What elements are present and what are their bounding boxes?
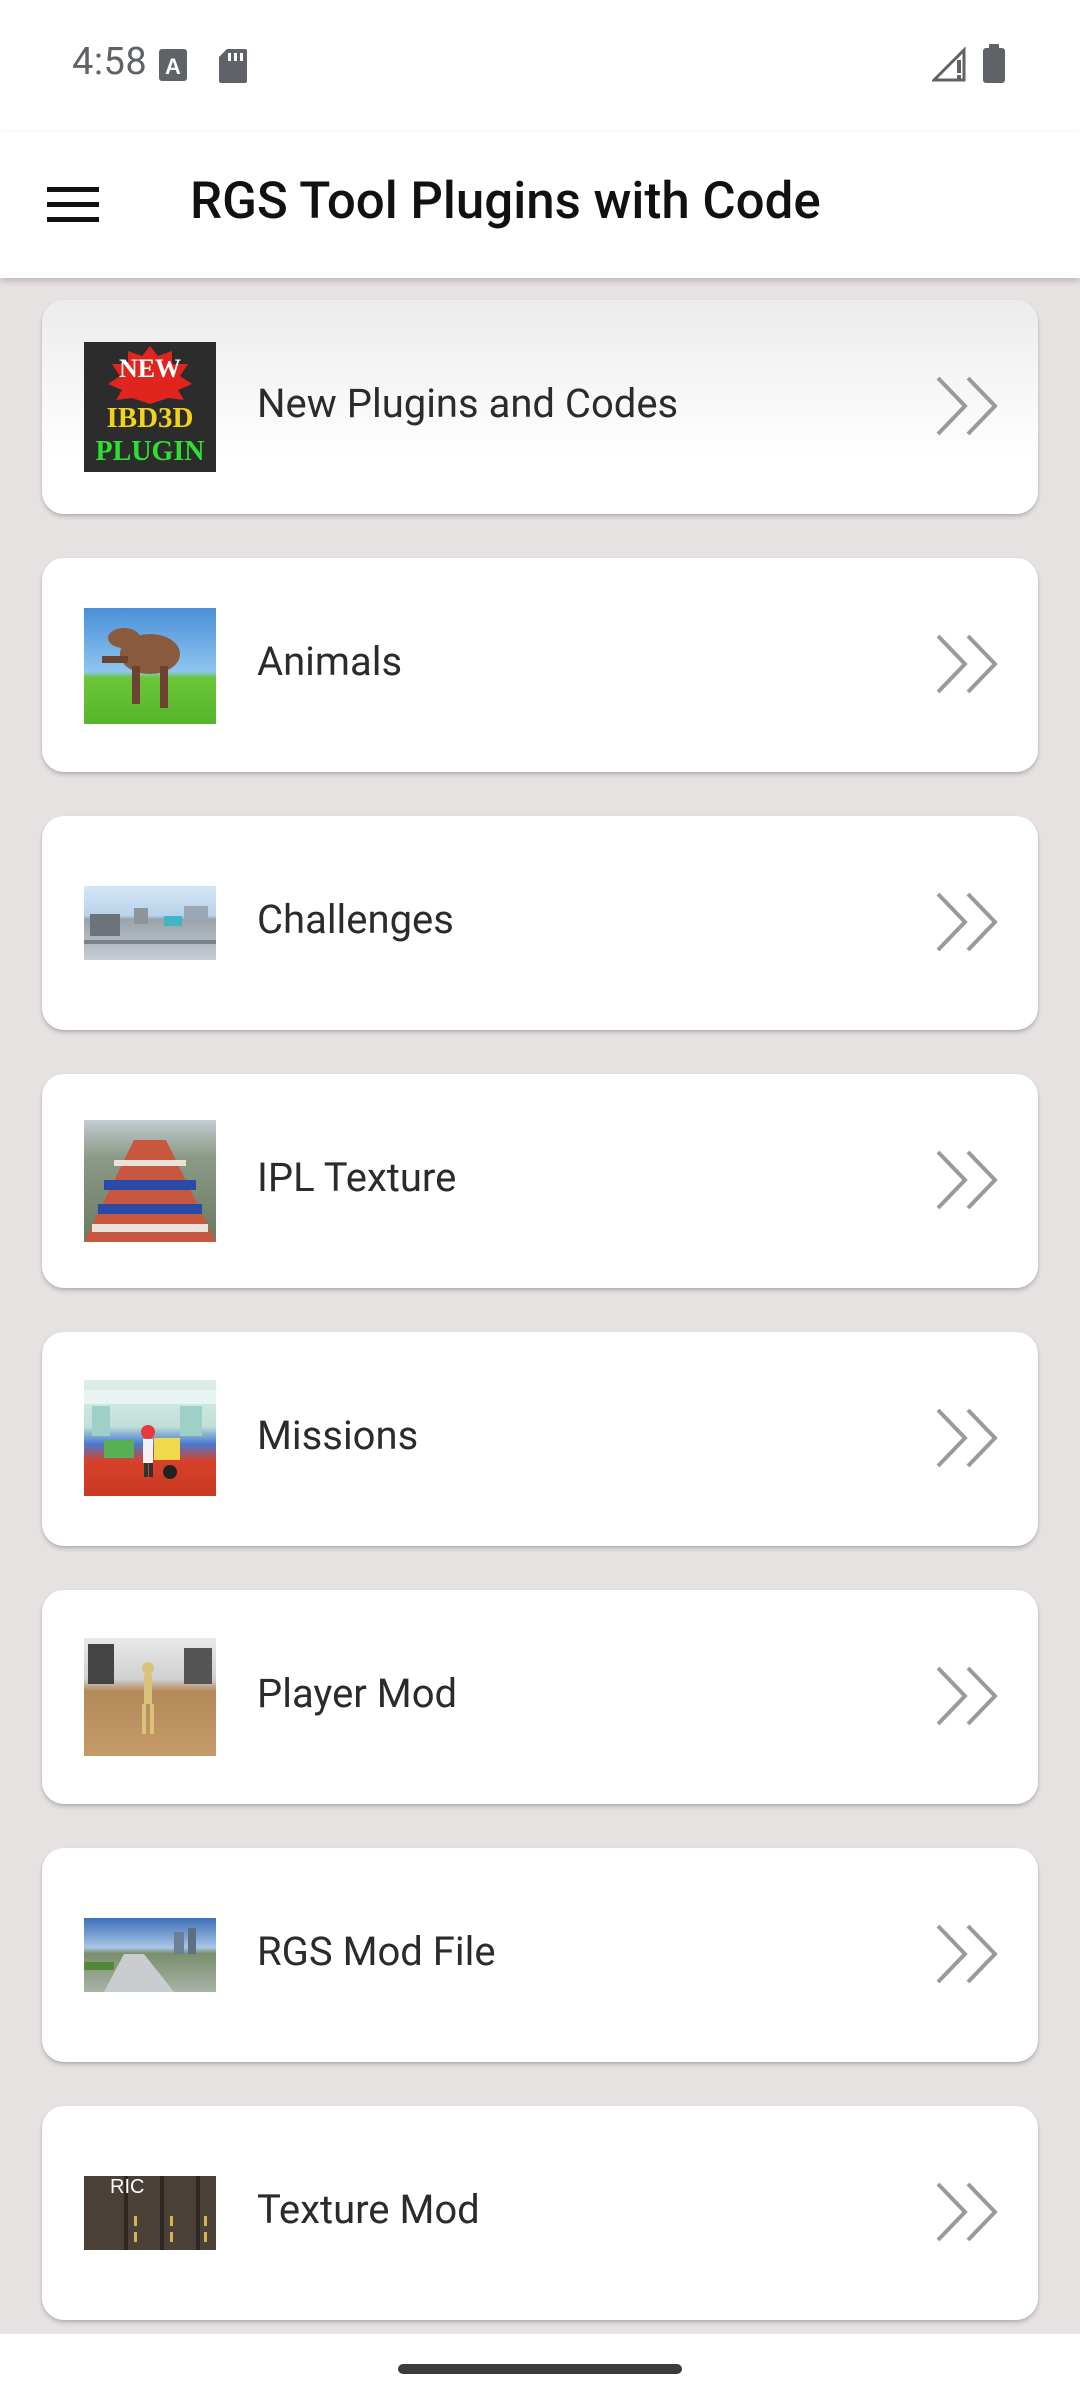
ipl-texture-thumbnail: [84, 1120, 216, 1242]
category-card-texture-mod[interactable]: RIC Texture Mod: [42, 2106, 1038, 2320]
category-label: IPL Texture: [257, 1154, 457, 1201]
double-chevron-right-icon: [936, 892, 998, 952]
double-chevron-right-icon: [936, 634, 998, 694]
texture-mod-thumbnail: RIC: [84, 2176, 216, 2250]
animals-thumbnail: [84, 608, 216, 724]
svg-text:A: A: [165, 54, 181, 79]
player-mod-thumbnail: [84, 1638, 216, 1756]
category-label: Missions: [257, 1412, 419, 1459]
challenges-thumbnail: [84, 886, 216, 960]
category-card-rgs-mod-file[interactable]: RGS Mod File: [42, 1848, 1038, 2062]
double-chevron-right-icon: [936, 1408, 998, 1468]
hamburger-menu-icon[interactable]: [36, 168, 110, 242]
category-label: Challenges: [257, 896, 454, 943]
category-label: RGS Mod File: [257, 1928, 496, 1975]
double-chevron-right-icon: [936, 1666, 998, 1726]
category-label: Texture Mod: [257, 2186, 480, 2233]
category-label: Animals: [257, 638, 403, 685]
category-label: New Plugins and Codes: [257, 380, 679, 427]
double-chevron-right-icon: [936, 1150, 998, 1210]
category-card-challenges[interactable]: Challenges: [42, 816, 1038, 1030]
category-card-ipl-texture[interactable]: IPL Texture: [42, 1074, 1038, 1288]
category-card-new-plugins[interactable]: NEW IBD3D PLUGIN New Plugins and Codes: [42, 300, 1038, 514]
page-title: RGS Tool Plugins with Code: [190, 172, 821, 231]
double-chevron-right-icon: [936, 2182, 998, 2242]
category-label: Player Mod: [257, 1670, 458, 1717]
thumb-text-new: NEW: [118, 354, 182, 383]
status-time: 4:58: [72, 40, 148, 84]
thumb-text-ric: RIC: [110, 2176, 145, 2198]
app-bar: RGS Tool Plugins with Code: [0, 132, 1080, 278]
gesture-nav-bar: [0, 2334, 1080, 2400]
home-indicator[interactable]: [398, 2364, 682, 2374]
double-chevron-right-icon: [936, 1924, 998, 1984]
category-card-player-mod[interactable]: Player Mod: [42, 1590, 1038, 1804]
battery-icon: [982, 44, 1006, 88]
rgs-mod-file-thumbnail: [84, 1918, 216, 1992]
category-card-missions[interactable]: Missions: [42, 1332, 1038, 1546]
status-bar: 4:58 A: [0, 0, 1080, 132]
new-plugins-thumbnail: NEW IBD3D PLUGIN: [84, 342, 216, 472]
double-chevron-right-icon: [936, 376, 998, 436]
sd-card-icon: [218, 48, 248, 88]
category-list: NEW IBD3D PLUGIN New Plugins and Codes A…: [0, 278, 1080, 2334]
keyboard-a-icon: A: [158, 48, 188, 86]
thumb-text-ibd3d: IBD3D: [106, 402, 194, 434]
signal-icon: [930, 46, 968, 86]
thumb-text-plugin: PLUGIN: [95, 436, 205, 467]
missions-thumbnail: [84, 1380, 216, 1496]
category-card-animals[interactable]: Animals: [42, 558, 1038, 772]
